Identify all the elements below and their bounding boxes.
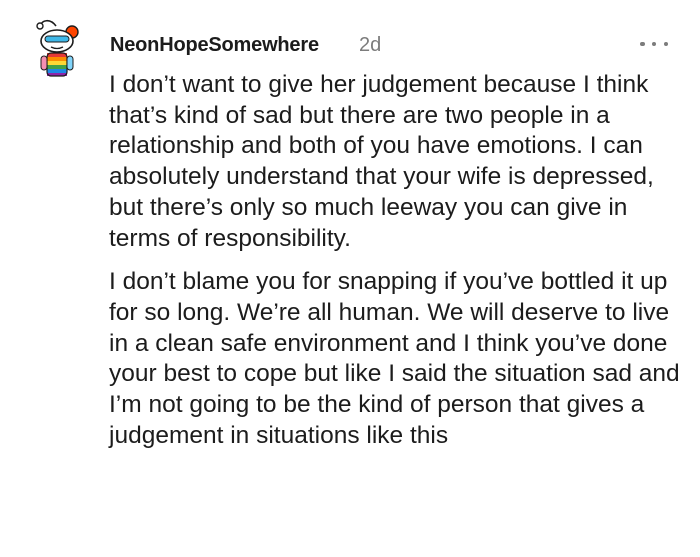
comment-paragraph: I don’t blame you for snapping if you’ve… (109, 268, 680, 449)
comment-author[interactable]: NeonHopeSomewhere (110, 34, 319, 57)
more-options-icon[interactable] (640, 34, 668, 54)
dot (651, 41, 657, 47)
dot (640, 41, 645, 47)
snoo-avatar-icon (36, 19, 79, 77)
dot (663, 41, 668, 47)
user-avatar[interactable] (34, 14, 84, 78)
comment: NeonHopeSomewhere 2d I don’t want to giv… (0, 0, 700, 557)
comment-body: I don’t want to give her judgement becau… (109, 70, 689, 451)
comment-timestamp: 2d (359, 34, 382, 56)
comment-paragraph: I don’t want to give her judgement becau… (109, 71, 654, 252)
